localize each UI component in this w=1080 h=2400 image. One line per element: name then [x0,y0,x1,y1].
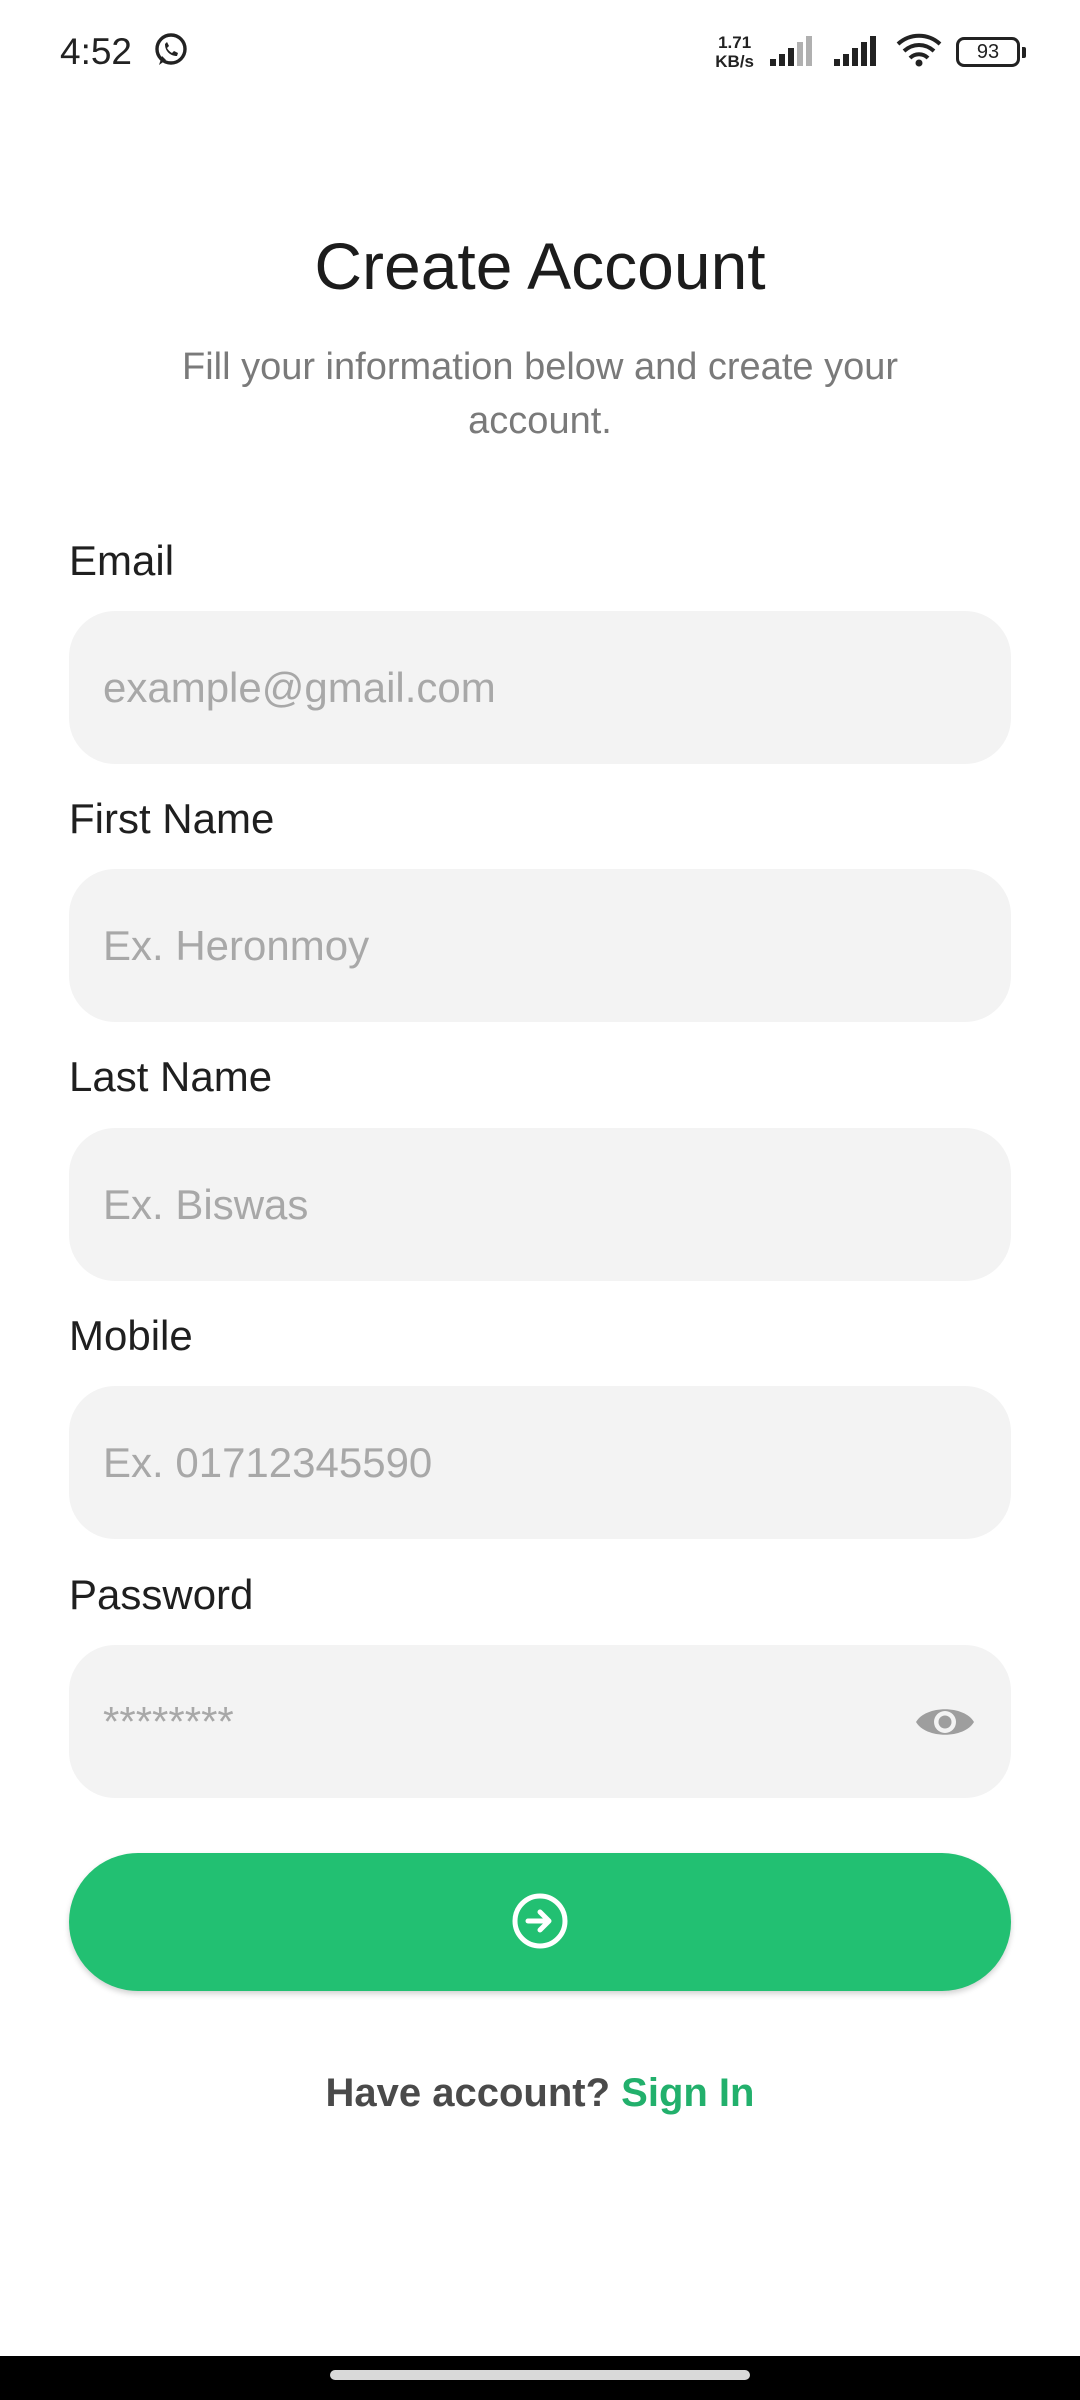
page-title: Create Account [314,229,766,303]
first-name-field-container [69,869,1011,1022]
network-speed: 1.71 KB/s [715,33,754,71]
password-label: Password [69,1571,254,1618]
wifi-icon [896,33,942,72]
password-field[interactable] [103,1697,913,1746]
create-account-button[interactable] [69,1853,1011,1991]
password-field-container [69,1645,1011,1798]
have-account-text: Have account? [325,2071,622,2115]
create-account-screen: 4:52 1.71 KB/s 93 Create Account Fill yo… [0,0,1080,2400]
network-speed-unit: KB/s [715,52,754,71]
status-left: 4:52 [60,31,190,74]
signal-icon [768,33,818,72]
status-right: 1.71 KB/s 93 [715,33,1026,72]
whatsapp-icon [152,31,190,74]
mobile-field-container [69,1386,1011,1539]
first-name-field[interactable] [103,921,977,970]
battery-icon: 93 [956,37,1026,67]
email-field-container [69,611,1011,764]
last-name-label: Last Name [69,1053,273,1100]
mobile-label: Mobile [69,1312,193,1359]
email-label: Email [69,537,175,584]
signal-icon-2 [832,33,882,72]
sign-in-prompt: Have account? Sign In [0,2071,1080,2116]
status-bar: 4:52 1.71 KB/s 93 [0,0,1080,104]
battery-level: 93 [976,40,1000,63]
mobile-field[interactable] [103,1438,977,1487]
email-field[interactable] [103,663,977,712]
network-speed-value: 1.71 [718,33,752,52]
status-time: 4:52 [60,31,133,72]
first-name-label: First Name [69,795,275,842]
arrow-circle-right-icon [510,1891,570,1954]
page-subtitle: Fill your information below and create y… [181,346,898,442]
sign-in-link[interactable]: Sign In [621,2071,754,2115]
last-name-field-container [69,1128,1011,1281]
last-name-field[interactable] [103,1180,977,1229]
home-indicator[interactable] [330,2370,750,2380]
eye-icon[interactable] [913,1690,977,1754]
